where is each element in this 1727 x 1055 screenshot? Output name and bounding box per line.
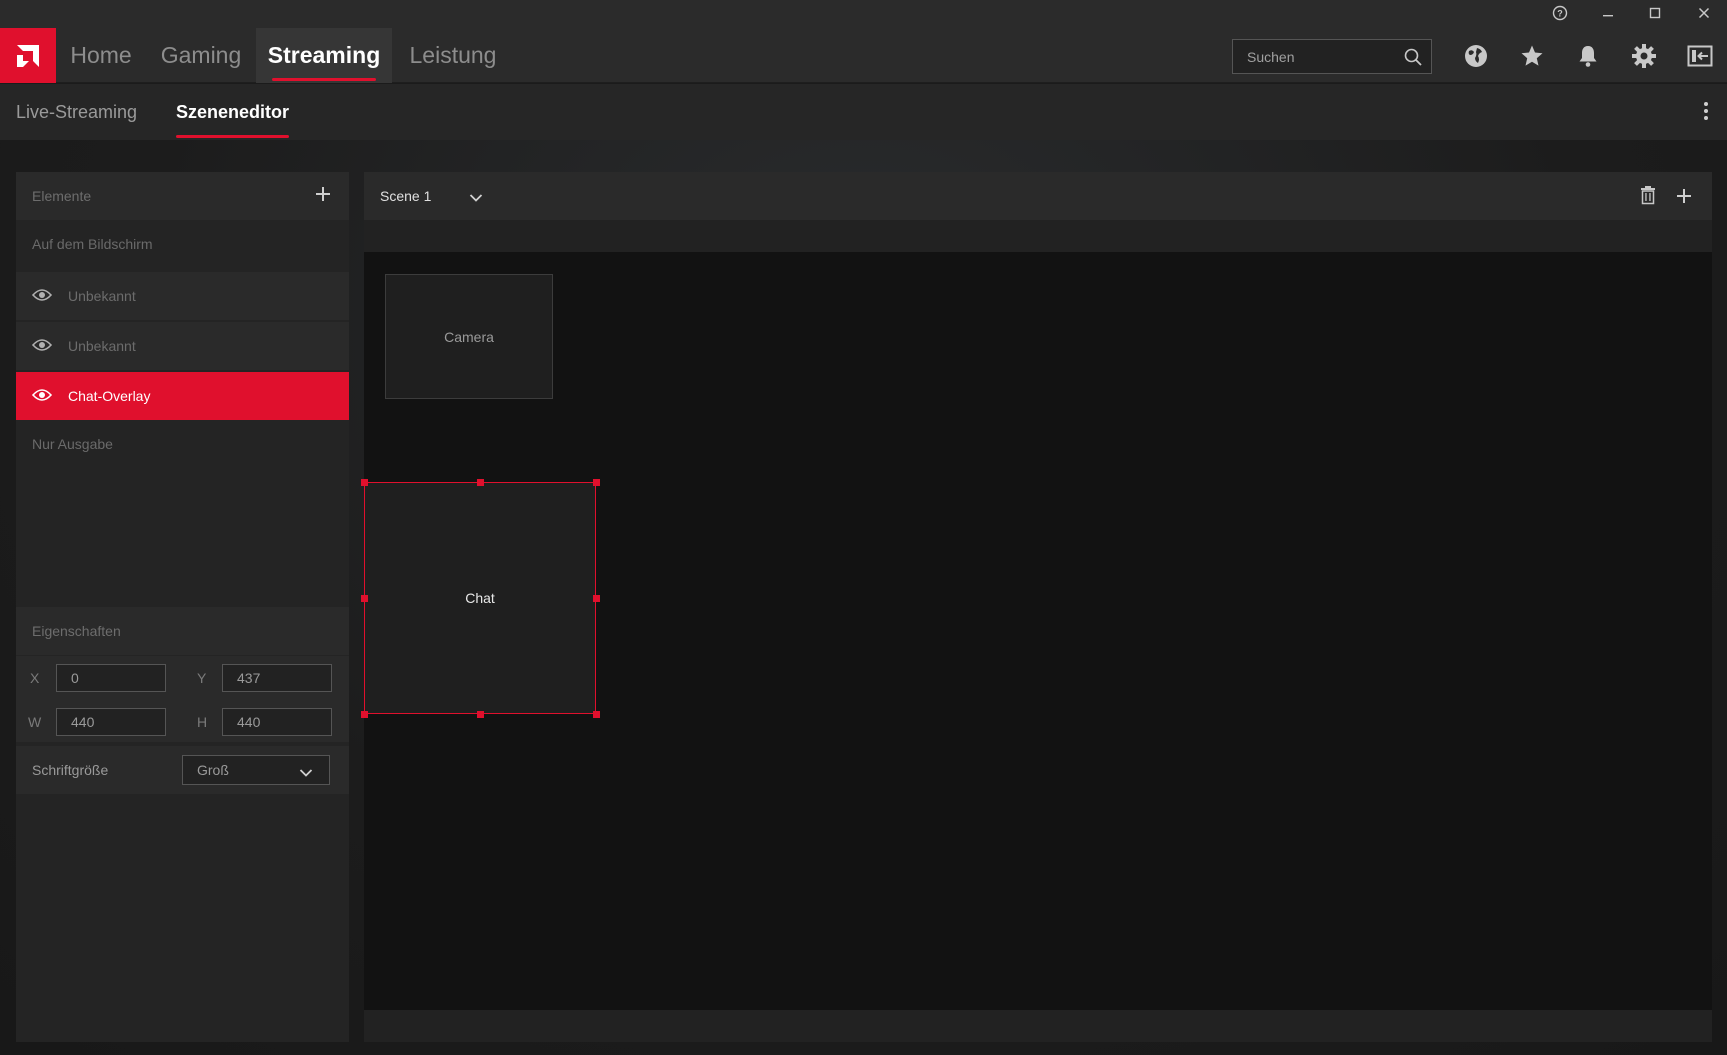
close-button[interactable] (1681, 0, 1727, 26)
eye-icon[interactable] (31, 288, 53, 305)
resize-handle[interactable] (361, 595, 368, 602)
tab-szeneneditor[interactable]: Szeneneditor (176, 84, 290, 140)
tab-live-streaming[interactable]: Live-Streaming (16, 84, 137, 140)
nav-tab-leistung[interactable]: Leistung (393, 28, 513, 83)
resize-handle[interactable] (361, 479, 368, 486)
properties-header: Eigenschaften (16, 607, 349, 655)
scene-canvas[interactable]: Camera Chat (361, 252, 1712, 1010)
x-input[interactable]: 0 (56, 664, 166, 692)
trash-icon[interactable] (1640, 185, 1656, 210)
w-label: W (28, 714, 42, 730)
svg-text:?: ? (1557, 9, 1563, 19)
camera-label: Camera (444, 328, 494, 345)
elements-header: Elemente (16, 172, 349, 220)
element-item[interactable]: Unbekannt (16, 322, 349, 370)
search-input[interactable] (1233, 48, 1393, 65)
scene-name[interactable]: Scene 1 (380, 172, 431, 220)
h-label: H (197, 714, 208, 730)
add-element-button[interactable] (315, 186, 331, 202)
scene-toolbar-strip (364, 220, 1712, 252)
on-screen-section-label: Auf dem Bildschirm (32, 236, 153, 252)
search-box (1232, 39, 1432, 74)
resize-handle[interactable] (593, 595, 600, 602)
font-size-select[interactable]: Groß (182, 755, 330, 785)
y-input[interactable]: 437 (222, 664, 332, 692)
nav-tab-gaming[interactable]: Gaming (147, 28, 255, 83)
font-size-value: Groß (197, 762, 229, 778)
properties-title: Eigenschaften (32, 623, 121, 639)
nav-tab-home[interactable]: Home (56, 28, 146, 83)
eye-icon[interactable] (31, 338, 53, 355)
maximize-button[interactable] (1632, 0, 1678, 26)
eye-icon[interactable] (31, 388, 53, 405)
chat-label: Chat (465, 590, 495, 606)
bell-icon[interactable] (1573, 41, 1603, 71)
scene-header: Scene 1 (364, 172, 1712, 220)
resize-handle[interactable] (593, 711, 600, 718)
minimize-button[interactable] (1585, 0, 1631, 26)
element-item-label: Unbekannt (68, 338, 136, 354)
star-icon[interactable] (1517, 41, 1547, 71)
chevron-down-icon[interactable] (469, 190, 483, 208)
output-only-section-label: Nur Ausgabe (32, 436, 113, 452)
help-icon[interactable]: ? (1537, 0, 1583, 26)
title-bar: ? (0, 0, 1727, 28)
sub-navigation: Live-Streaming Szeneneditor (0, 84, 1727, 140)
nav-tab-streaming[interactable]: Streaming (256, 28, 392, 83)
amd-logo-icon[interactable] (0, 28, 56, 83)
panel-collapse-icon[interactable] (1685, 41, 1715, 71)
resize-handle[interactable] (477, 711, 484, 718)
font-size-row: Schriftgröße Groß (16, 746, 349, 794)
scene-footer (364, 1010, 1712, 1042)
elements-panel: Elemente Auf dem Bildschirm Unbekannt Un… (16, 172, 349, 1042)
position-size-group: X 0 Y 437 W 440 H 440 (16, 656, 349, 742)
globe-icon[interactable] (1461, 41, 1491, 71)
font-size-label: Schriftgröße (32, 762, 109, 778)
gear-icon[interactable] (1629, 41, 1659, 71)
x-label: X (30, 670, 40, 686)
resize-handle[interactable] (361, 711, 368, 718)
y-label: Y (197, 670, 207, 686)
camera-source[interactable]: Camera (385, 274, 553, 399)
element-item-label: Chat-Overlay (68, 388, 151, 404)
resize-handle[interactable] (477, 479, 484, 486)
element-item[interactable]: Unbekannt (16, 272, 349, 320)
w-input[interactable]: 440 (56, 708, 166, 736)
add-scene-button[interactable] (1676, 188, 1692, 204)
more-options-icon[interactable] (1703, 102, 1709, 122)
h-input[interactable]: 440 (222, 708, 332, 736)
element-item-label: Unbekannt (68, 288, 136, 304)
chat-source-selected[interactable]: Chat (364, 482, 596, 714)
search-icon[interactable] (1404, 48, 1422, 71)
elements-title: Elemente (32, 188, 92, 204)
main-navigation: Home Gaming Streaming Leistung (0, 28, 1727, 83)
chevron-down-icon (299, 765, 313, 781)
element-item-selected[interactable]: Chat-Overlay (16, 372, 349, 420)
resize-handle[interactable] (593, 479, 600, 486)
